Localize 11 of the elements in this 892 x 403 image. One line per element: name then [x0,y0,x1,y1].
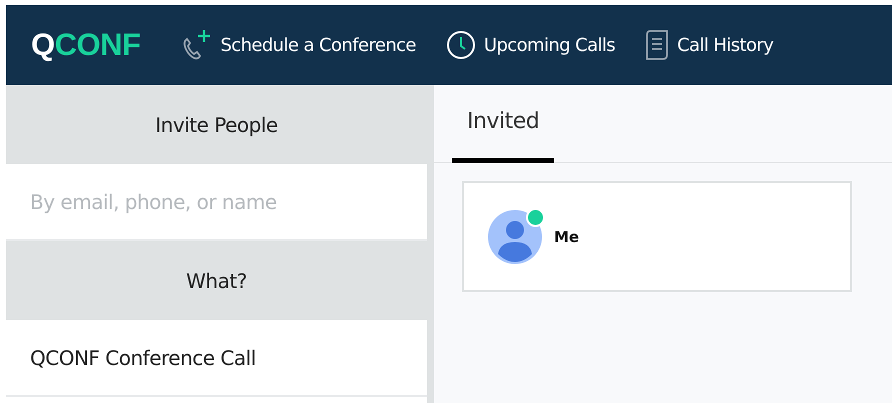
tab[interactable]: Invited [452,85,554,163]
nav-link[interactable]: Upcoming Calls [446,30,616,60]
participant-name: Me [554,228,580,246]
nav-link[interactable]: Schedule a Conference [180,28,416,62]
nav-link[interactable]: Call History [645,29,774,61]
avatar-icon [488,210,542,264]
clock-icon [446,30,476,60]
document-icon [645,29,670,61]
section-heading: What? [6,241,427,320]
section-heading: Invite People [6,85,427,164]
logo[interactable]: QCONF [31,27,140,63]
